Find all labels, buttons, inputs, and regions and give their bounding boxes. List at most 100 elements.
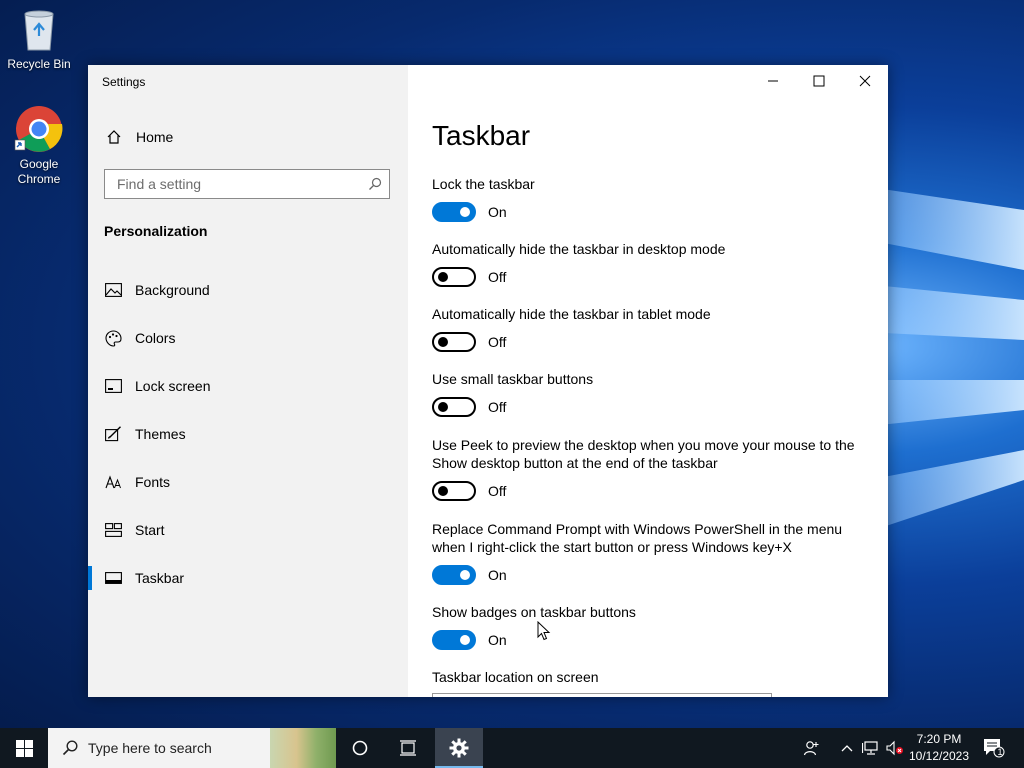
search-icon[interactable] xyxy=(361,177,389,191)
people-button[interactable] xyxy=(798,728,826,768)
toggle-state: On xyxy=(488,632,507,648)
toggle-small-buttons[interactable] xyxy=(432,397,476,417)
task-view-icon xyxy=(400,740,416,756)
desktop-icon-google-chrome[interactable]: Google Chrome xyxy=(1,104,77,187)
minimize-button[interactable] xyxy=(750,65,796,97)
sidebar-item-label: Lock screen xyxy=(135,378,211,394)
taskbar-search-box[interactable]: Type here to search xyxy=(48,728,336,768)
sidebar-item-label: Colors xyxy=(135,330,176,346)
sidebar-item-themes[interactable]: Themes xyxy=(88,410,408,458)
maximize-button[interactable] xyxy=(796,65,842,97)
toggle-state: On xyxy=(488,567,507,583)
toggle-state: Off xyxy=(488,483,507,499)
setting-peek: Use Peek to preview the desktop when you… xyxy=(432,436,872,501)
windows-logo-icon xyxy=(15,739,33,757)
sidebar-item-start[interactable]: Start xyxy=(88,506,408,554)
sidebar-item-label: Themes xyxy=(135,426,186,442)
setting-badges: Show badges on taskbar buttons On xyxy=(432,603,872,650)
font-icon xyxy=(104,473,122,491)
setting-label: Show badges on taskbar buttons xyxy=(432,604,636,620)
sidebar-item-background[interactable]: Background xyxy=(88,266,408,314)
setting-autohide-tablet: Automatically hide the taskbar in tablet… xyxy=(432,305,872,352)
volume-muted-icon xyxy=(886,740,903,756)
search-highlight-image xyxy=(270,728,336,768)
setting-taskbar-location: Taskbar location on screen xyxy=(432,668,872,686)
setting-autohide-desktop: Automatically hide the taskbar in deskto… xyxy=(432,240,872,287)
window-title: Settings xyxy=(102,75,146,89)
system-clock[interactable]: 7:20 PM 10/12/2023 xyxy=(904,731,974,765)
taskbar-icon xyxy=(104,569,122,587)
sidebar-item-label: Fonts xyxy=(135,474,171,490)
sidebar-item-fonts[interactable]: Fonts xyxy=(88,458,408,506)
recycle-bin-icon xyxy=(24,10,54,51)
network-icon xyxy=(862,741,878,755)
windows-taskbar: Type here to search 7:20 PM 10/12/2023 1 xyxy=(0,728,1024,768)
toggle-autohide-tablet[interactable] xyxy=(432,332,476,352)
picture-icon xyxy=(104,281,122,299)
home-label: Home xyxy=(136,129,174,145)
setting-label: Use small taskbar buttons xyxy=(432,371,594,387)
sidebar-home[interactable]: Home xyxy=(104,127,173,147)
brush-icon xyxy=(104,425,122,443)
setting-label: Replace Command Prompt with Windows Powe… xyxy=(432,521,843,555)
toggle-state: Off xyxy=(488,399,507,415)
toggle-lock-taskbar[interactable] xyxy=(432,202,476,222)
people-icon xyxy=(803,741,819,756)
show-hidden-icons-button[interactable] xyxy=(838,728,856,768)
section-title: Personalization xyxy=(104,223,208,239)
sidebar-item-colors[interactable]: Colors xyxy=(88,314,408,362)
taskbar-search-placeholder: Type here to search xyxy=(88,740,212,756)
gear-icon xyxy=(449,738,469,758)
toggle-autohide-desktop[interactable] xyxy=(432,267,476,287)
sidebar-item-label: Taskbar xyxy=(135,570,185,586)
taskbar-settings-app[interactable] xyxy=(435,728,483,768)
lock-screen-icon xyxy=(104,377,122,395)
action-center-button[interactable]: 1 xyxy=(978,728,1010,768)
find-setting-input[interactable] xyxy=(115,175,361,193)
desktop-icon-recycle-bin[interactable]: Recycle Bin xyxy=(1,6,77,72)
settings-window: Settings Home Personalization Background xyxy=(88,65,888,697)
toggle-state: On xyxy=(488,204,507,220)
setting-label: Automatically hide the taskbar in tablet… xyxy=(432,306,711,322)
taskbar-location-dropdown[interactable] xyxy=(432,693,772,697)
desktop-icon-label: Recycle Bin xyxy=(7,57,71,71)
page-title: Taskbar xyxy=(432,120,531,151)
close-button[interactable] xyxy=(842,65,888,97)
close-icon xyxy=(859,75,871,87)
notification-count-badge: 1 xyxy=(997,747,1003,757)
sidebar-item-label: Start xyxy=(135,522,165,538)
setting-label: Automatically hide the taskbar in deskto… xyxy=(432,241,726,257)
minimize-icon xyxy=(768,80,778,82)
mouse-cursor-icon xyxy=(537,621,551,641)
setting-lock-taskbar: Lock the taskbar On xyxy=(432,175,872,222)
clock-time: 7:20 PM xyxy=(916,732,962,746)
toggle-badges[interactable] xyxy=(432,630,476,650)
setting-label: Taskbar location on screen xyxy=(432,669,599,685)
desktop-icon-label: Google Chrome xyxy=(17,157,61,186)
network-button[interactable] xyxy=(860,728,882,768)
toggle-powershell[interactable] xyxy=(432,565,476,585)
cortana-button[interactable] xyxy=(336,728,384,768)
toggle-state: Off xyxy=(488,269,507,285)
start-button[interactable] xyxy=(0,728,48,768)
sidebar-item-lock-screen[interactable]: Lock screen xyxy=(88,362,408,410)
start-grid-icon xyxy=(104,521,122,539)
home-icon xyxy=(104,127,124,147)
sidebar-nav: Background Colors Lock screen Themes Fon… xyxy=(88,266,408,602)
toggle-peek[interactable] xyxy=(432,481,476,501)
task-view-button[interactable] xyxy=(384,728,432,768)
volume-button[interactable] xyxy=(884,728,906,768)
chrome-icon xyxy=(14,106,63,152)
settings-sidebar: Settings Home Personalization Background xyxy=(88,65,408,697)
maximize-icon xyxy=(813,75,825,87)
setting-powershell: Replace Command Prompt with Windows Powe… xyxy=(432,520,872,585)
setting-label: Use Peek to preview the desktop when you… xyxy=(432,437,855,471)
sidebar-item-taskbar[interactable]: Taskbar xyxy=(88,554,408,602)
cortana-circle-icon xyxy=(352,740,368,756)
find-setting-search[interactable] xyxy=(104,169,390,199)
sidebar-item-label: Background xyxy=(135,282,210,298)
settings-content: Taskbar Lock the taskbar On Automaticall… xyxy=(408,65,888,697)
palette-icon xyxy=(104,329,122,347)
chevron-up-icon xyxy=(841,745,853,752)
clock-date: 10/12/2023 xyxy=(908,749,970,763)
